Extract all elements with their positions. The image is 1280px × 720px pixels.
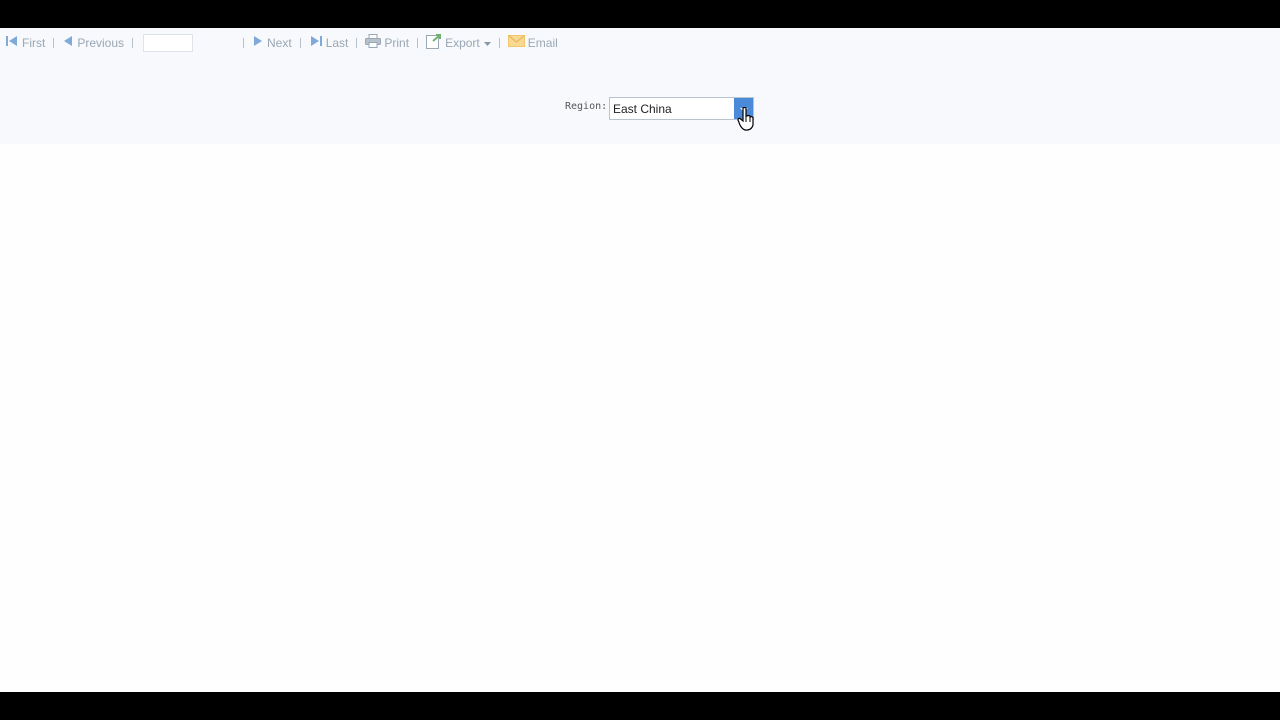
first-page-button[interactable]: First	[3, 33, 47, 53]
email-button[interactable]: Email	[506, 33, 560, 53]
report-toolbar: First Previous Next Last Print Export Em…	[0, 28, 1280, 58]
arrow-left-icon	[62, 35, 74, 50]
print-button[interactable]: Print	[363, 33, 411, 53]
skip-last-icon	[309, 35, 323, 50]
toolbar-separator	[53, 37, 55, 48]
hand-pointer-cursor-icon	[737, 106, 755, 131]
report-viewer: First Previous Next Last Print Export Em…	[0, 28, 1280, 692]
email-label: Email	[527, 35, 558, 50]
next-page-label: Next	[267, 35, 292, 50]
last-page-label: Last	[325, 35, 349, 50]
region-selected-value: East China	[613, 102, 672, 116]
previous-page-label: Previous	[77, 35, 125, 50]
parameter-panel: Region: East China	[0, 57, 1280, 178]
next-page-button[interactable]: Next	[250, 33, 294, 53]
arrow-right-icon	[252, 35, 264, 50]
toolbar-separator	[356, 37, 358, 48]
previous-page-button[interactable]: Previous	[60, 33, 126, 53]
toolbar-separator	[417, 37, 419, 48]
caret-down-icon	[483, 36, 491, 50]
toolbar-separator	[132, 37, 134, 48]
skip-first-icon	[5, 35, 19, 50]
export-label: Export	[445, 35, 480, 50]
screen-frame: First Previous Next Last Print Export Em…	[0, 0, 1280, 720]
print-label: Print	[384, 35, 410, 50]
toolbar-separator	[498, 37, 500, 48]
toolbar-separator	[299, 37, 301, 48]
region-label: Region:	[565, 101, 608, 112]
export-icon	[426, 33, 442, 52]
page-number-input[interactable]	[143, 33, 194, 52]
printer-icon	[365, 34, 382, 51]
envelope-icon	[507, 35, 525, 50]
export-button[interactable]: Export	[424, 33, 493, 53]
report-content-area	[0, 144, 1280, 692]
region-combobox[interactable]: East China	[609, 97, 754, 120]
first-page-label: First	[22, 35, 46, 50]
last-page-button[interactable]: Last	[307, 33, 351, 53]
toolbar-separator	[243, 37, 245, 48]
